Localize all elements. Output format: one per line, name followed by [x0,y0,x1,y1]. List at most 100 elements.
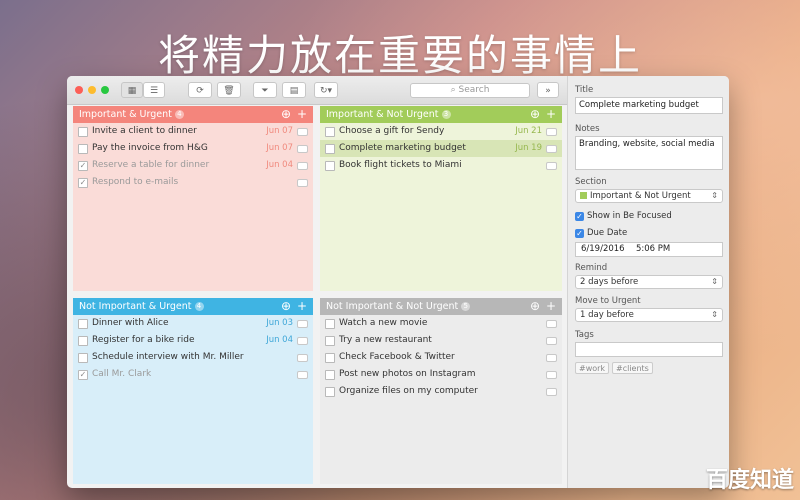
quadrant-3: Not Important & Urgent 4 ⊕ + Dinner with Ali… [73,298,313,484]
add-icon[interactable]: + [297,107,307,121]
task-row[interactable]: Register for a bike ride Jun 04 [73,332,313,349]
note-icon[interactable] [546,145,557,153]
quadrant-title: Not Important & Not Urgent [326,301,459,312]
task-row[interactable]: Complete marketing budget Jun 19 [320,140,562,157]
task-text: Post new photos on Instagram [339,369,476,379]
task-checkbox[interactable] [78,127,88,137]
sync-icon[interactable]: ↻▾ [314,82,338,98]
checkmark-icon: ✓ [575,229,584,238]
add-icon[interactable]: + [546,299,556,313]
task-checkbox[interactable] [78,353,88,363]
notes-field[interactable]: Branding, website, social media [575,136,723,170]
task-row[interactable]: Schedule interview with Mr. Miller [73,349,313,366]
task-text: Reserve a table for dinner [92,160,210,170]
task-checkbox[interactable] [325,336,335,346]
task-checkbox[interactable] [325,387,335,397]
search-input[interactable]: ⌕ Search [410,83,530,98]
due-date-value: 6/19/2016 [581,244,625,254]
expand-icon[interactable]: » [537,82,559,98]
task-row[interactable]: Invite a client to dinner Jun 07 [73,123,313,140]
filter-icon[interactable]: ⏷ [253,82,277,98]
note-icon[interactable] [546,371,557,379]
note-icon[interactable] [546,388,557,396]
note-icon[interactable] [297,320,308,328]
section-value: Important & Not Urgent [590,191,691,201]
zoom-icon[interactable]: ⊕ [281,107,291,121]
task-checkbox[interactable] [325,127,335,137]
task-text: Call Mr. Clark [92,369,152,379]
note-icon[interactable] [297,162,308,170]
due-date-field[interactable]: 6/19/2016 5:06 PM [575,242,723,257]
note-icon[interactable] [546,162,557,170]
chart-icon[interactable]: ▤ [282,82,306,98]
zoom-icon[interactable]: ⊕ [530,299,540,313]
task-date: Jun 04 [266,335,293,345]
task-row[interactable]: Check Facebook & Twitter [320,349,562,366]
add-icon[interactable]: + [546,107,556,121]
task-row[interactable]: Choose a gift for Sendy Jun 21 [320,123,562,140]
task-checkbox[interactable] [325,161,335,171]
due-date-checkbox[interactable]: ✓ Due Date [575,228,627,238]
task-checkbox[interactable] [325,353,335,363]
tag-chip[interactable]: #work [575,362,610,374]
refresh-icon[interactable]: ⟳ [188,82,212,98]
due-time-value[interactable]: 5:06 PM [636,244,670,254]
trash-icon[interactable]: 🗑 [217,82,241,98]
minimize-window-button[interactable] [88,86,96,94]
note-icon[interactable] [546,337,557,345]
task-checkbox[interactable]: ✓ [78,178,88,188]
list-view-icon[interactable]: ☰ [143,82,165,98]
count-badge: 5 [461,302,471,311]
chevron-updown-icon: ⇕ [711,277,718,286]
task-row[interactable]: Dinner with Alice Jun 03 [73,315,313,332]
count-badge: 4 [174,110,184,119]
show-focused-checkbox[interactable]: ✓ Show in Be Focused [575,211,672,221]
task-row[interactable]: Try a new restaurant [320,332,562,349]
zoom-window-button[interactable] [101,86,109,94]
task-row[interactable]: ✓ Respond to e-mails [73,174,313,191]
task-checkbox[interactable] [78,336,88,346]
task-row[interactable]: Post new photos on Instagram [320,366,562,383]
note-icon[interactable] [546,354,557,362]
task-checkbox[interactable]: ✓ [78,161,88,171]
note-icon[interactable] [297,145,308,153]
note-icon[interactable] [297,128,308,136]
grid-view-icon[interactable]: ▦ [121,82,143,98]
note-icon[interactable] [546,128,557,136]
task-row[interactable]: Watch a new movie [320,315,562,332]
close-window-button[interactable] [75,86,83,94]
remind-label: Remind [575,263,608,273]
section-select[interactable]: Important & Not Urgent ⇕ [575,189,723,203]
add-icon[interactable]: + [297,299,307,313]
task-checkbox[interactable] [325,370,335,380]
task-checkbox[interactable]: ✓ [78,370,88,380]
note-icon[interactable] [297,354,308,362]
tag-chip[interactable]: #clients [612,362,653,374]
note-icon[interactable] [297,179,308,187]
task-checkbox[interactable] [78,144,88,154]
note-icon[interactable] [546,320,557,328]
task-row[interactable]: Pay the invoice from H&G Jun 07 [73,140,313,157]
count-badge: 3 [441,110,451,119]
task-text: Choose a gift for Sendy [339,126,445,136]
task-checkbox[interactable] [325,319,335,329]
note-icon[interactable] [297,337,308,345]
remind-select[interactable]: 2 days before ⇕ [575,275,723,289]
task-row[interactable]: Organize files on my computer [320,383,562,400]
task-checkbox[interactable] [325,144,335,154]
task-row[interactable]: ✓ Call Mr. Clark [73,366,313,383]
task-row[interactable]: Book flight tickets to Miami [320,157,562,174]
checkmark-icon: ✓ [575,212,584,221]
zoom-icon[interactable]: ⊕ [530,107,540,121]
task-checkbox[interactable] [78,319,88,329]
note-icon[interactable] [297,371,308,379]
zoom-icon[interactable]: ⊕ [281,299,291,313]
task-text: Pay the invoice from H&G [92,143,208,153]
task-row[interactable]: ✓ Reserve a table for dinner Jun 04 [73,157,313,174]
title-field[interactable]: Complete marketing budget [575,97,723,114]
tags-input[interactable] [575,342,723,357]
task-date: Jun 19 [515,143,542,153]
task-text: Respond to e-mails [92,177,179,187]
quadrant-header: Not Important & Urgent 4 ⊕ + [73,298,313,315]
move-select[interactable]: 1 day before ⇕ [575,308,723,322]
